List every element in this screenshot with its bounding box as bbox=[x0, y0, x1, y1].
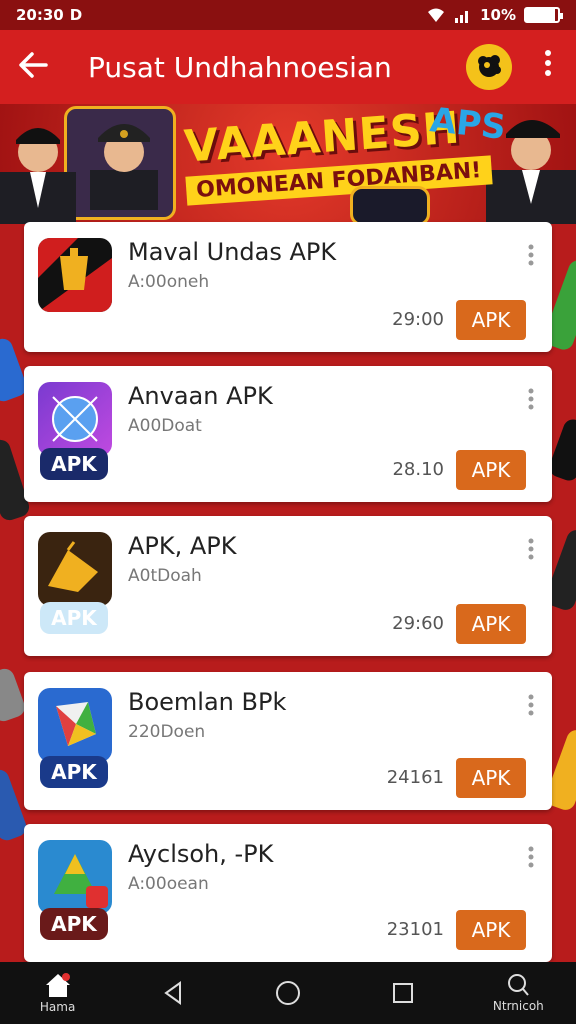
apk-download-button[interactable]: APK bbox=[456, 300, 526, 340]
more-vert-icon bbox=[528, 244, 534, 266]
nav-search[interactable]: Ntrnicoh bbox=[478, 962, 558, 1024]
app-icon bbox=[38, 532, 112, 606]
page-title: Pusat Undhahnoesian bbox=[88, 50, 392, 84]
profile-button[interactable] bbox=[466, 44, 512, 90]
apk-badge: APK bbox=[40, 908, 108, 940]
list-item[interactable]: Ayclsoh, -PK A:00oean APK 23101 APK bbox=[24, 824, 552, 962]
app-more-button[interactable] bbox=[526, 694, 536, 716]
app-count: 28.10 bbox=[392, 459, 444, 480]
list-item[interactable]: Maval Undas APK A:00oneh 29:00 APK bbox=[24, 222, 552, 352]
more-vert-icon bbox=[528, 694, 534, 716]
app-name: Anvaan APK bbox=[128, 382, 273, 410]
back-triangle-icon bbox=[164, 981, 181, 1005]
more-options-button[interactable] bbox=[538, 49, 558, 85]
list-item[interactable]: Anvaan APK A00Doat APK 28.10 APK bbox=[24, 366, 552, 502]
bottom-navigation: Hama Ntrnicoh bbox=[0, 962, 576, 1024]
app-count: 23101 bbox=[386, 919, 444, 940]
back-button[interactable] bbox=[18, 50, 68, 84]
apk-badge: APK bbox=[40, 448, 108, 480]
battery-text: 10% bbox=[480, 6, 516, 24]
nav-home-circle[interactable] bbox=[248, 962, 328, 1024]
status-time: 20:30 bbox=[16, 6, 64, 24]
apk-download-button[interactable]: APK bbox=[456, 604, 526, 644]
search-icon bbox=[508, 974, 530, 996]
app-meta: A00Doat bbox=[128, 416, 202, 436]
status-bar: 20:30 D 10% bbox=[0, 0, 576, 30]
app-icon bbox=[38, 688, 112, 762]
nav-recents[interactable] bbox=[363, 962, 443, 1024]
app-meta: A0tDoah bbox=[128, 566, 202, 586]
app-name: Maval Undas APK bbox=[128, 238, 337, 266]
app-count: 29:60 bbox=[392, 613, 444, 634]
circle-home-icon bbox=[275, 981, 300, 1005]
app-count: 29:00 bbox=[392, 309, 444, 330]
banner-tile bbox=[350, 186, 430, 224]
banner-tag: APS bbox=[428, 104, 508, 148]
app-count: 24161 bbox=[386, 767, 444, 788]
apk-download-button[interactable]: APK bbox=[456, 910, 526, 950]
app-name: Ayclsoh, -PK bbox=[128, 840, 274, 868]
signal-icon bbox=[455, 11, 469, 23]
app-icon bbox=[38, 382, 112, 456]
arrow-left-icon bbox=[19, 52, 48, 78]
nav-home[interactable]: Hama bbox=[18, 962, 98, 1024]
apk-badge: APK bbox=[40, 756, 108, 788]
status-carrier: D bbox=[69, 6, 83, 24]
officer-illustration bbox=[0, 128, 76, 224]
app-more-button[interactable] bbox=[526, 846, 536, 868]
app-icon bbox=[38, 840, 112, 914]
list-item[interactable]: Boemlan BPk 220Doen APK 24161 APK bbox=[24, 672, 552, 810]
promo-banner[interactable]: VAAANESH OMONEAN FODANBAN! APS bbox=[0, 104, 576, 224]
home-icon bbox=[45, 973, 70, 997]
app-bar: Pusat Undhahnoesian bbox=[0, 30, 576, 104]
apk-download-button[interactable]: APK bbox=[456, 450, 526, 490]
app-name: APK, APK bbox=[128, 532, 237, 560]
battery-level bbox=[526, 9, 555, 21]
nav-back[interactable] bbox=[133, 962, 213, 1024]
more-vert-icon bbox=[545, 50, 551, 76]
wifi-icon bbox=[428, 8, 445, 22]
profile-icon bbox=[478, 55, 501, 77]
apk-badge: APK bbox=[40, 602, 108, 634]
list-item[interactable]: APK, APK A0tDoah APK 29:60 APK bbox=[24, 516, 552, 656]
app-meta: 220Doen bbox=[128, 722, 206, 742]
app-more-button[interactable] bbox=[526, 244, 536, 266]
apk-download-button[interactable]: APK bbox=[456, 758, 526, 798]
nav-search-label: Ntrnicoh bbox=[492, 999, 544, 1013]
app-meta: A:00oean bbox=[128, 874, 209, 894]
app-name: Boemlan BPk bbox=[128, 688, 287, 716]
more-vert-icon bbox=[528, 388, 534, 410]
nav-home-label: Hama bbox=[39, 1000, 76, 1014]
app-meta: A:00oneh bbox=[128, 272, 210, 292]
more-vert-icon bbox=[528, 846, 534, 868]
app-icon bbox=[38, 238, 112, 312]
app-more-button[interactable] bbox=[526, 538, 536, 560]
officer-illustration bbox=[90, 124, 158, 210]
battery-icon bbox=[524, 7, 563, 23]
app-more-button[interactable] bbox=[526, 388, 536, 410]
square-recents-icon bbox=[393, 983, 414, 1003]
more-vert-icon bbox=[528, 538, 534, 560]
